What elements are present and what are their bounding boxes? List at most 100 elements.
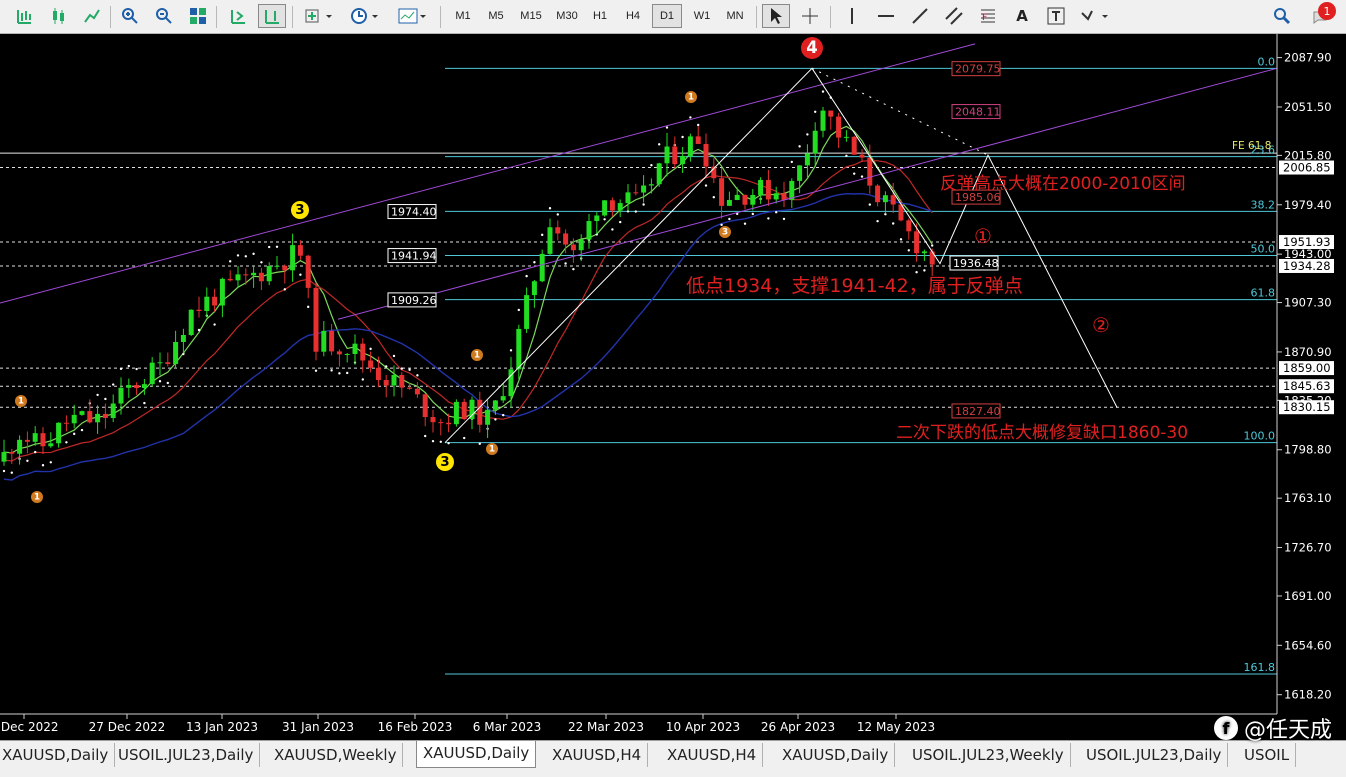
timeframe-m15[interactable]: M15 bbox=[514, 4, 548, 28]
candle-body bbox=[641, 185, 647, 193]
tab-xauusd-h4[interactable]: XAUUSD,H4 bbox=[546, 743, 649, 767]
candle-body bbox=[165, 362, 171, 364]
channel-upper-line bbox=[0, 43, 976, 304]
tab-usoil-weekly[interactable]: USOIL.JUL23,Weekly bbox=[906, 743, 1071, 767]
horizontal-line-icon[interactable] bbox=[872, 4, 900, 28]
timeframe-mn[interactable]: MN bbox=[720, 4, 750, 28]
candle-body bbox=[196, 309, 202, 312]
date-tick-label: 13 Jan 2023 bbox=[186, 720, 258, 734]
zoom-in-icon[interactable] bbox=[116, 4, 144, 28]
tile-windows-icon[interactable] bbox=[184, 4, 212, 28]
timeframe-m5[interactable]: M5 bbox=[481, 4, 511, 28]
sar-dot bbox=[338, 372, 341, 375]
timeframe-h4[interactable]: H4 bbox=[618, 4, 648, 28]
candle-body bbox=[32, 433, 38, 442]
sar-dot bbox=[424, 434, 427, 438]
indicators-icon[interactable] bbox=[300, 4, 338, 28]
fib-level-label: 61.8 bbox=[1251, 287, 1276, 300]
candle-body bbox=[609, 200, 615, 211]
candle-body bbox=[547, 227, 553, 254]
arrows-icon[interactable] bbox=[1076, 4, 1114, 28]
trendline-icon[interactable] bbox=[906, 4, 934, 28]
candle-body bbox=[305, 255, 311, 288]
sar-dot bbox=[392, 354, 396, 358]
auto-scroll-icon[interactable] bbox=[224, 4, 252, 28]
equidistant-channel-icon[interactable] bbox=[940, 4, 968, 28]
sar-dot bbox=[439, 440, 442, 443]
candle-body bbox=[843, 136, 849, 138]
vertical-line-icon[interactable] bbox=[838, 4, 866, 28]
scenario-marker: ② bbox=[1092, 313, 1110, 337]
notifications-icon[interactable]: 1 bbox=[1302, 2, 1338, 28]
price-tick-label: 1763.10 bbox=[1284, 491, 1332, 505]
text-label-icon[interactable] bbox=[1042, 4, 1070, 28]
candle-body bbox=[40, 433, 46, 447]
price-tick-label: 1654.60 bbox=[1284, 638, 1332, 652]
price-label: 1830.15 bbox=[1283, 400, 1331, 414]
bar-chart-icon[interactable] bbox=[10, 4, 38, 28]
periods-icon[interactable] bbox=[346, 4, 384, 28]
sar-dot bbox=[26, 459, 29, 462]
candlestick-chart-icon[interactable] bbox=[44, 4, 72, 28]
tab-xauusd-daily[interactable]: XAUUSD,Daily bbox=[0, 743, 116, 767]
crosshair-icon[interactable] bbox=[796, 4, 824, 28]
date-axis: 8 Dec 2022 27 Dec 2022 13 Jan 2023 31 Jan 2… bbox=[0, 714, 935, 734]
timeframe-h1[interactable]: H1 bbox=[585, 4, 615, 28]
tab-xauusd-h4-2[interactable]: XAUUSD,H4 bbox=[661, 743, 764, 767]
candle-body bbox=[321, 330, 327, 352]
candle-body bbox=[344, 353, 350, 355]
sar-dot bbox=[845, 154, 848, 158]
sar-dot bbox=[517, 308, 520, 312]
tab-usoil[interactable]: USOIL bbox=[1238, 743, 1297, 767]
wave-label: 1 bbox=[474, 351, 480, 361]
timeframe-d1[interactable]: D1 bbox=[652, 4, 682, 28]
annotation-support: 低点1934，支撑1941-42，属于反弹点 bbox=[686, 275, 1023, 297]
sar-dot bbox=[720, 223, 723, 227]
sar-dot bbox=[876, 219, 879, 223]
templates-icon[interactable] bbox=[394, 4, 432, 28]
fibonacci-icon[interactable]: F bbox=[974, 4, 1002, 28]
tab-xauusd-daily-active[interactable]: XAUUSD,Daily bbox=[416, 741, 537, 768]
candle-body bbox=[859, 154, 865, 158]
price-chart[interactable]: 2087.902051.502015.801979.401943.001907.… bbox=[0, 34, 1346, 740]
text-tool-icon[interactable]: A bbox=[1008, 4, 1036, 28]
candle-body bbox=[516, 328, 522, 370]
price-box-label: 1909.26 bbox=[391, 294, 437, 307]
chart-shift-icon[interactable] bbox=[258, 4, 286, 28]
candle-body bbox=[110, 403, 116, 418]
candle-body bbox=[921, 251, 927, 254]
candle-body bbox=[672, 146, 678, 165]
timeframe-m1[interactable]: M1 bbox=[448, 4, 478, 28]
price-label: 2006.85 bbox=[1283, 161, 1331, 175]
sar-dot bbox=[548, 207, 552, 210]
timeframe-w1[interactable]: W1 bbox=[687, 4, 717, 28]
candle-body bbox=[180, 335, 186, 342]
candle-body bbox=[368, 360, 374, 368]
tab-usoil-daily[interactable]: USOIL.JUL23,Daily bbox=[112, 743, 261, 767]
wave-label: 1 bbox=[489, 445, 495, 455]
candle-body bbox=[407, 387, 413, 389]
scenario-marker: ① bbox=[974, 224, 992, 248]
price-label: 1951.93 bbox=[1283, 235, 1331, 249]
sar-dot bbox=[899, 238, 903, 241]
svg-text:F: F bbox=[982, 13, 987, 23]
price-tick-label: 2051.50 bbox=[1284, 100, 1332, 114]
tab-xauusd-daily-2[interactable]: XAUUSD,Daily bbox=[776, 743, 896, 767]
sar-dot bbox=[96, 393, 99, 397]
candle-body bbox=[617, 203, 623, 211]
tab-xauusd-weekly[interactable]: XAUUSD,Weekly bbox=[268, 743, 404, 767]
candle-body bbox=[820, 110, 826, 131]
candle-body bbox=[227, 278, 233, 281]
search-icon[interactable] bbox=[1268, 4, 1296, 28]
zoom-out-icon[interactable] bbox=[150, 4, 178, 28]
timeframe-m30[interactable]: M30 bbox=[550, 4, 584, 28]
tab-usoil-daily-2[interactable]: USOIL.JUL23,Daily bbox=[1080, 743, 1229, 767]
sar-dot bbox=[166, 381, 169, 385]
cursor-icon[interactable] bbox=[762, 4, 790, 28]
date-tick-label: 6 Mar 2023 bbox=[473, 720, 541, 734]
candle-body bbox=[149, 362, 155, 385]
candle-body bbox=[750, 194, 756, 205]
line-chart-icon[interactable] bbox=[78, 4, 106, 28]
sar-dot bbox=[704, 184, 708, 187]
candle-body bbox=[17, 439, 23, 454]
